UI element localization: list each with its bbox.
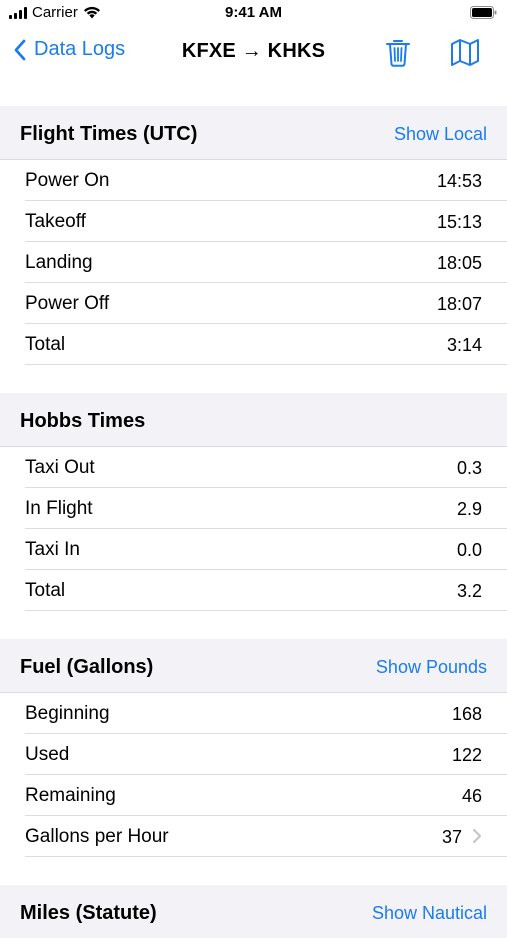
row-value: 3.2 [456, 581, 482, 601]
section-hobbs-times: Hobbs Times Taxi Out 0.3 In Flight 2.9 Tax… [0, 393, 507, 611]
row-label: Landing [25, 252, 93, 273]
section-header: Hobbs Times [0, 393, 507, 446]
row-label: Gallons per Hour [25, 826, 169, 847]
page-title: KFXE → KHKS [181, 40, 326, 62]
row-label: Total [25, 580, 66, 601]
table-row: Taxi In 0.0 [25, 529, 507, 570]
status-bar: Carrier 9:41 AM [0, 0, 507, 28]
section-header: Flight Times (UTC) Show Local [0, 106, 507, 159]
section-spacer [0, 857, 507, 885]
row-value: 0.0 [456, 540, 482, 560]
row-label: Taxi Out [25, 457, 95, 478]
row-label: Takeoff [25, 211, 86, 232]
row-value: 37 [441, 827, 462, 847]
row-label: Used [25, 744, 70, 765]
row-value: 14:53 [436, 171, 482, 191]
section-header: Fuel (Gallons) Show Pounds [0, 639, 507, 692]
table-row: Beginning 168 [25, 693, 507, 734]
flight-log-detail: Flight Times (UTC) Show Local Power On 14… [0, 106, 507, 938]
row-label: Total [25, 334, 66, 355]
table-row: Total 3:14 [25, 324, 507, 365]
table-row: Takeoff 15:13 [25, 201, 507, 242]
table-row: Taxi Out 0.3 [25, 447, 507, 488]
row-value: 0.3 [456, 458, 482, 478]
row-value: 18:07 [436, 294, 482, 314]
table-row: Power Off 18:07 [25, 283, 507, 324]
table-row: Total 3.2 [25, 570, 507, 611]
section-title: Fuel (Gallons) [20, 656, 154, 678]
battery-icon [470, 6, 497, 19]
chevron-right-icon [473, 829, 481, 843]
section-title: Miles (Statute) [20, 902, 157, 924]
table-row: Power On 14:53 [25, 160, 507, 201]
row-value: 46 [461, 786, 482, 806]
section-header: Miles (Statute) Show Nautical [0, 885, 507, 938]
section-flight-times: Flight Times (UTC) Show Local Power On 14… [0, 106, 507, 365]
row-value: 3:14 [446, 335, 482, 355]
table-row: Used 122 [25, 734, 507, 775]
row-value: 18:05 [436, 253, 482, 273]
show-local-button[interactable]: Show Local [394, 124, 487, 145]
show-pounds-button[interactable]: Show Pounds [376, 657, 487, 678]
section-title: Hobbs Times [20, 410, 146, 432]
row-value: 15:13 [436, 212, 482, 232]
row-label: Beginning [25, 703, 110, 724]
section-fuel: Fuel (Gallons) Show Pounds Beginning 168 … [0, 639, 507, 857]
show-nautical-button[interactable]: Show Nautical [372, 903, 487, 924]
row-value: 122 [451, 745, 482, 765]
map-icon[interactable] [449, 36, 481, 68]
row-label: Taxi In [25, 539, 80, 560]
row-value: 168 [451, 704, 482, 724]
gallons-per-hour-row[interactable]: Gallons per Hour 37 [25, 816, 507, 857]
table-row: In Flight 2.9 [25, 488, 507, 529]
trash-icon[interactable] [382, 36, 414, 68]
table-row: Landing 18:05 [25, 242, 507, 283]
status-time: 9:41 AM [225, 4, 282, 21]
row-label: In Flight [25, 498, 93, 519]
row-value: 2.9 [456, 499, 482, 519]
row-label: Power On [25, 170, 110, 191]
table-row: Remaining 46 [25, 775, 507, 816]
section-spacer [0, 365, 507, 393]
section-miles: Miles (Statute) Show Nautical [0, 885, 507, 938]
navigation-bar: Data Logs KFXE → KHKS [0, 28, 507, 78]
row-label: Power Off [25, 293, 110, 314]
section-title: Flight Times (UTC) [20, 123, 198, 145]
section-spacer [0, 611, 507, 639]
row-label: Remaining [25, 785, 116, 806]
